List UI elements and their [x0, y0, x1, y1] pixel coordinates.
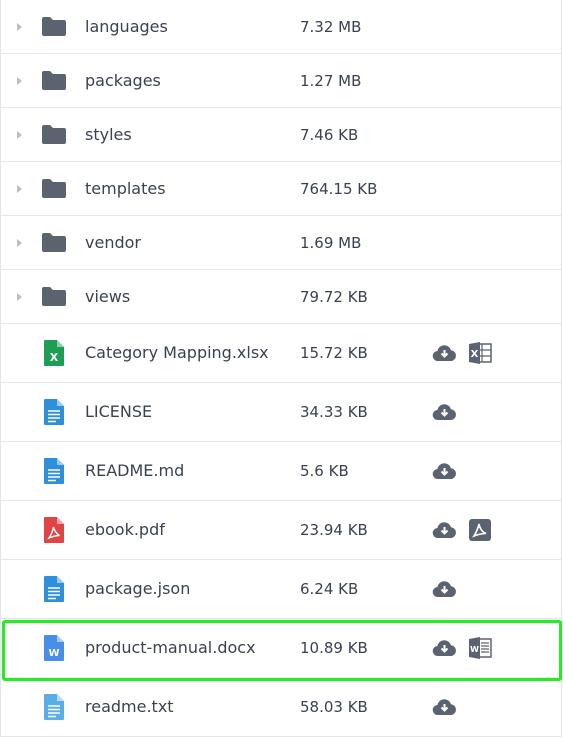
file-row[interactable]: X Category Mapping.xlsx 15.72 KB X	[0, 324, 562, 383]
pdf-app-icon[interactable]	[468, 518, 492, 542]
folder-icon	[42, 71, 66, 90]
svg-text:X: X	[50, 351, 59, 364]
folder-size: 7.46 KB	[300, 126, 359, 144]
file-size: 15.72 KB	[300, 344, 368, 362]
folder-row[interactable]: styles 7.46 KB	[0, 108, 562, 162]
folder-name[interactable]: templates	[85, 179, 166, 198]
expand-caret-icon[interactable]	[17, 23, 22, 31]
folder-row[interactable]: templates 764.15 KB	[0, 162, 562, 216]
file-row[interactable]: package.json 6.24 KB	[0, 560, 562, 619]
file-size: 5.6 KB	[300, 462, 349, 480]
file-name[interactable]: README.md	[85, 461, 184, 480]
folder-name[interactable]: styles	[85, 125, 132, 144]
expand-caret-icon[interactable]	[17, 77, 22, 85]
folder-name[interactable]: views	[85, 287, 130, 306]
file-row[interactable]: readme.txt 58.03 KB	[0, 678, 562, 737]
text-file-icon	[44, 576, 64, 602]
folder-icon	[42, 287, 66, 306]
file-name[interactable]: ebook.pdf	[85, 520, 165, 539]
file-name[interactable]: Category Mapping.xlsx	[85, 343, 269, 362]
file-name[interactable]: readme.txt	[85, 697, 174, 716]
folder-row[interactable]: packages 1.27 MB	[0, 54, 562, 108]
svg-text:W: W	[48, 648, 59, 659]
cloud-download-icon[interactable]	[432, 521, 457, 539]
text-file-icon	[44, 399, 64, 425]
excel-app-icon[interactable]: X	[468, 341, 492, 365]
expand-caret-icon[interactable]	[17, 293, 22, 301]
excel-file-icon: X	[44, 340, 64, 366]
cloud-download-icon[interactable]	[432, 344, 457, 362]
file-name[interactable]: product-manual.docx	[85, 638, 256, 657]
file-size: 10.89 KB	[300, 639, 368, 657]
file-size: 23.94 KB	[300, 521, 368, 539]
pdf-file-icon	[44, 517, 64, 543]
folder-name[interactable]: languages	[85, 17, 168, 36]
word-app-icon[interactable]: W	[468, 636, 492, 660]
folder-name[interactable]: vendor	[85, 233, 141, 252]
file-list: languages 7.32 MB packages 1.27 MB style…	[0, 0, 563, 737]
expand-caret-icon[interactable]	[17, 185, 22, 193]
folder-icon	[42, 125, 66, 144]
file-row[interactable]: README.md 5.6 KB	[0, 442, 562, 501]
folder-size: 1.69 MB	[300, 234, 362, 252]
folder-row[interactable]: vendor 1.69 MB	[0, 216, 562, 270]
folder-name[interactable]: packages	[85, 71, 161, 90]
cloud-download-icon[interactable]	[432, 639, 457, 657]
text-file-icon	[44, 694, 64, 720]
folder-icon	[42, 179, 66, 198]
file-row-selected[interactable]: W product-manual.docx 10.89 KB W	[0, 619, 562, 678]
expand-caret-icon[interactable]	[17, 239, 22, 247]
file-size: 6.24 KB	[300, 580, 359, 598]
expand-caret-icon[interactable]	[17, 131, 22, 139]
file-name[interactable]: package.json	[85, 579, 190, 598]
folder-size: 1.27 MB	[300, 72, 362, 90]
file-size: 34.33 KB	[300, 403, 368, 421]
folder-size: 764.15 KB	[300, 180, 378, 198]
file-size: 58.03 KB	[300, 698, 368, 716]
folder-icon	[42, 17, 66, 36]
svg-text:W: W	[470, 645, 479, 654]
file-row[interactable]: LICENSE 34.33 KB	[0, 383, 562, 442]
text-file-icon	[44, 458, 64, 484]
cloud-download-icon[interactable]	[432, 462, 457, 480]
cloud-download-icon[interactable]	[432, 580, 457, 598]
cloud-download-icon[interactable]	[432, 698, 457, 716]
file-row[interactable]: ebook.pdf 23.94 KB	[0, 501, 562, 560]
svg-text:X: X	[471, 349, 479, 360]
folder-size: 7.32 MB	[300, 18, 362, 36]
folder-row[interactable]: views 79.72 KB	[0, 270, 562, 324]
cloud-download-icon[interactable]	[432, 403, 457, 421]
folder-size: 79.72 KB	[300, 288, 368, 306]
folder-icon	[42, 233, 66, 252]
file-name[interactable]: LICENSE	[85, 402, 152, 421]
folder-row[interactable]: languages 7.32 MB	[0, 0, 562, 54]
word-file-icon: W	[44, 635, 64, 661]
